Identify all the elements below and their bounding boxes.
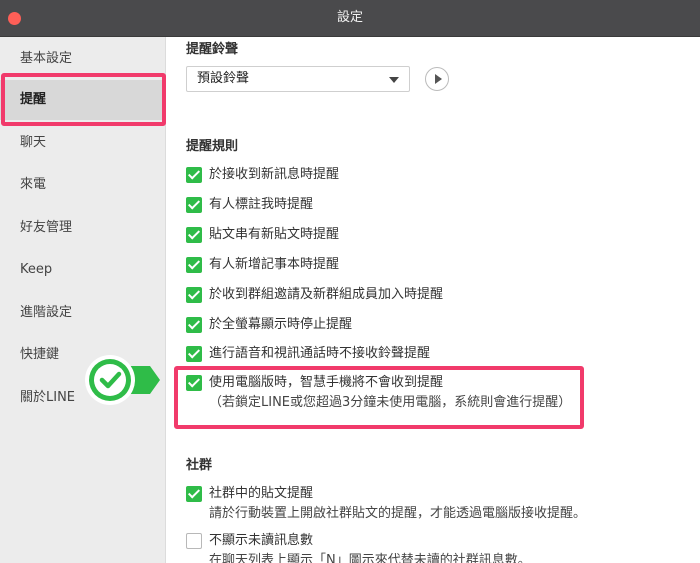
option-label: 於接收到新訊息時提醒	[209, 167, 340, 182]
checkbox[interactable]	[186, 346, 202, 362]
option-label: 於全螢幕顯示時停止提醒	[209, 317, 353, 332]
rules-heading: 提醒規則	[186, 139, 239, 154]
option-label: 進行語音和視訊通話時不接收鈴聲提醒	[209, 346, 431, 361]
ringtone-select-value: 預設鈴聲	[197, 71, 250, 86]
sidebar-highlight-frame	[1, 73, 166, 126]
option-sublabel: 請於行動裝置上開啟社群貼文的提醒，才能透過電腦版接收提醒。	[209, 506, 587, 521]
sidebar-item-keep[interactable]: Keep	[0, 250, 165, 290]
ringtone-select[interactable]: 預設鈴聲	[186, 66, 410, 92]
checkmark-badge-icon	[85, 355, 160, 405]
community-heading: 社群	[186, 458, 213, 473]
option-label: 於收到群組邀請及新群組成員加入時提醒	[209, 287, 444, 302]
checkbox[interactable]	[186, 197, 202, 213]
ringtone-heading: 提醒鈴聲	[186, 42, 239, 57]
checkbox[interactable]	[186, 317, 202, 333]
option-label: 不顯示未讀訊息數	[209, 533, 314, 548]
chevron-down-icon	[389, 77, 399, 83]
checkbox[interactable]	[186, 227, 202, 243]
checkbox[interactable]	[186, 257, 202, 273]
main-panel: 提醒鈴聲 預設鈴聲 提醒規則 於接收到新訊息時提醒 有人標註我時提醒 貼文串有新…	[166, 37, 700, 563]
window-title: 設定	[336, 10, 363, 25]
option-highlight-frame	[174, 366, 584, 429]
play-button[interactable]	[425, 67, 449, 91]
option-label: 貼文串有新貼文時提醒	[209, 227, 340, 242]
option-label: 有人新增記事本時提醒	[209, 257, 340, 272]
sidebar-item-friends[interactable]: 好友管理	[0, 208, 165, 248]
play-icon	[435, 74, 442, 84]
option-label: 社群中的貼文提醒	[209, 486, 314, 501]
checkbox[interactable]	[186, 167, 202, 183]
sidebar-item-advanced[interactable]: 進階設定	[0, 293, 165, 333]
checkbox[interactable]	[186, 533, 202, 549]
checkbox[interactable]	[186, 486, 202, 502]
option-sublabel: 在聊天列表上顯示「N」圖示來代替未讀的社群訊息數。	[209, 553, 531, 563]
option-label: 有人標註我時提醒	[209, 197, 314, 212]
sidebar-item-calls[interactable]: 來電	[0, 165, 165, 205]
title-bar: 設定	[0, 0, 700, 37]
checkbox[interactable]	[186, 287, 202, 303]
sidebar-item-chat[interactable]: 聊天	[0, 123, 165, 163]
